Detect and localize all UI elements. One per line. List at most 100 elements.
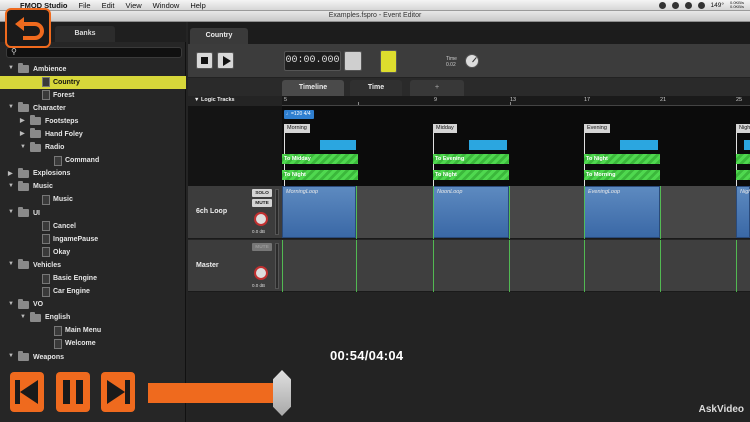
wifi-icon[interactable]	[697, 1, 705, 9]
bluetooth-icon[interactable]	[684, 1, 692, 9]
battery-readout[interactable]: 149°	[711, 2, 724, 9]
marker-morning[interactable]: Morning	[284, 124, 310, 133]
folder-icon	[18, 207, 29, 218]
stop-button[interactable]	[196, 52, 213, 69]
loop-region[interactable]	[744, 140, 750, 150]
chevron-down-icon[interactable]: ▼	[8, 301, 14, 307]
tree-folder[interactable]: ▼ Weapons	[0, 351, 186, 364]
menu-window[interactable]: Window	[153, 1, 180, 10]
tab-timeline[interactable]: Timeline	[282, 80, 344, 96]
track-name[interactable]: Master	[196, 262, 219, 269]
tree-event[interactable]: Car Engine	[0, 286, 186, 299]
chevron-down-icon[interactable]: ▼	[8, 353, 14, 359]
audio-clip[interactable]: EveningLoop	[584, 186, 660, 238]
tree-folder[interactable]: ▼ Radio	[0, 141, 186, 155]
chevron-right-icon[interactable]: ▶	[20, 130, 25, 137]
transition-region[interactable]: To Night	[433, 170, 509, 180]
tab-event-country[interactable]: Country	[190, 28, 248, 44]
transition-region[interactable]: To Night	[282, 170, 358, 180]
pause-button[interactable]	[56, 372, 90, 412]
tree-folder[interactable]: ▶ Explosions	[0, 167, 186, 181]
tree-event[interactable]: Country	[0, 76, 186, 90]
tree-event[interactable]: IngamePause	[0, 233, 186, 246]
menu-edit[interactable]: Edit	[102, 1, 115, 10]
previous-button[interactable]	[10, 372, 44, 412]
track-content[interactable]	[282, 240, 750, 292]
event-icon	[42, 221, 50, 232]
tab-banks[interactable]: Banks	[55, 26, 115, 42]
tree-folder[interactable]: ▼ Vehicles	[0, 259, 186, 272]
status-icon[interactable]	[671, 1, 679, 9]
add-parameter-tab[interactable]: +	[410, 80, 464, 96]
menu-view[interactable]: View	[126, 1, 142, 10]
tree-event[interactable]: Forest	[0, 89, 186, 102]
tree-folder[interactable]: ▼ Music	[0, 180, 186, 194]
chevron-down-icon[interactable]: ▼	[8, 183, 14, 189]
menu-help[interactable]: Help	[190, 1, 205, 10]
tab-time[interactable]: Time	[350, 80, 402, 96]
audio-track-6ch-loop[interactable]: 6ch Loop SOLO MUTE 0.0 dB MorningLoop No…	[188, 186, 750, 239]
tree-folder[interactable]: ▼ VO	[0, 298, 186, 312]
audio-clip[interactable]: Nigh	[736, 186, 750, 238]
tree-event[interactable]: Okay	[0, 246, 186, 259]
audio-clip[interactable]: MorningLoop	[282, 186, 356, 238]
tree-folder[interactable]: ▼ English	[0, 311, 186, 325]
transition-region[interactable]: To Night	[584, 154, 660, 164]
loop-region[interactable]	[469, 140, 507, 150]
tree-event[interactable]: Music	[0, 194, 186, 207]
audio-clip[interactable]: NoonLoop	[433, 186, 509, 238]
tree-event[interactable]: Welcome	[0, 338, 186, 351]
status-icon[interactable]	[658, 1, 666, 9]
logic-track-lane[interactable]: ♩=120 4/4 Morning Midday Evening Night T…	[282, 106, 750, 186]
chevron-right-icon[interactable]: ▶	[20, 117, 25, 124]
transition-region[interactable]: To Evening	[433, 154, 509, 164]
tree-folder[interactable]: ▶ Footsteps	[0, 115, 186, 128]
chevron-down-icon[interactable]: ▼	[8, 209, 14, 215]
menu-file[interactable]: File	[79, 1, 91, 10]
solo-button[interactable]: SOLO	[252, 189, 272, 197]
tree-folder[interactable]: ▼ Character	[0, 102, 186, 115]
marker-evening[interactable]: Evening	[584, 124, 610, 133]
search-input[interactable]: ⚲	[6, 47, 182, 58]
progress-handle[interactable]	[273, 370, 291, 416]
tree-event[interactable]: Basic Engine	[0, 273, 186, 286]
transition-region[interactable]: To Morning	[584, 170, 660, 180]
tree-event[interactable]: Cancel	[0, 220, 186, 233]
chevron-right-icon[interactable]: ▶	[8, 170, 13, 177]
marker-night[interactable]: Night	[736, 124, 750, 133]
time-display[interactable]: 00:00.000	[284, 51, 341, 71]
mute-button[interactable]: MUTE	[252, 199, 272, 207]
master-track[interactable]: Master MUTE 0.0 dB	[188, 240, 750, 292]
track-content[interactable]: MorningLoop NoonLoop EveningLoop Nigh	[282, 186, 750, 239]
transition-region[interactable]	[736, 154, 750, 164]
chevron-down-icon[interactable]: ▼	[8, 65, 14, 71]
next-button[interactable]	[101, 372, 135, 412]
volume-knob[interactable]	[254, 212, 268, 226]
tree-folder[interactable]: ▼ UI	[0, 207, 186, 220]
marker-midday[interactable]: Midday	[433, 124, 457, 133]
volume-knob[interactable]	[254, 266, 268, 280]
track-name[interactable]: 6ch Loop	[196, 208, 227, 215]
progress-bar[interactable]	[148, 383, 281, 403]
loop-toggle[interactable]	[380, 50, 397, 73]
transition-region[interactable]: To Midday	[282, 154, 358, 164]
loop-region[interactable]	[620, 140, 658, 150]
play-button[interactable]	[217, 52, 234, 69]
chevron-down-icon[interactable]: ▼	[20, 314, 26, 320]
tree-event[interactable]: Command	[0, 155, 186, 168]
chevron-down-icon[interactable]: ▼	[20, 144, 26, 150]
tree-folder[interactable]: ▼ Ambience	[0, 63, 186, 76]
chevron-down-icon[interactable]: ▼	[8, 261, 14, 267]
timeline-ruler[interactable]: 5 9 13 17 21 25	[282, 96, 750, 106]
chevron-down-icon[interactable]: ▼	[8, 104, 14, 110]
time-param-knob[interactable]	[465, 54, 479, 68]
back-button[interactable]	[5, 8, 51, 48]
tree-event[interactable]: Main Menu	[0, 325, 186, 338]
tempo-marker[interactable]: ♩=120 4/4	[284, 110, 314, 119]
tree-folder[interactable]: ▶ Hand Foley	[0, 128, 186, 141]
time-mode-button[interactable]	[344, 51, 362, 71]
transition-region[interactable]	[736, 170, 750, 180]
mute-button[interactable]: MUTE	[252, 243, 272, 251]
logic-tracks-toggle[interactable]: ▼ Logic Tracks	[188, 96, 282, 106]
loop-region[interactable]	[320, 140, 356, 150]
